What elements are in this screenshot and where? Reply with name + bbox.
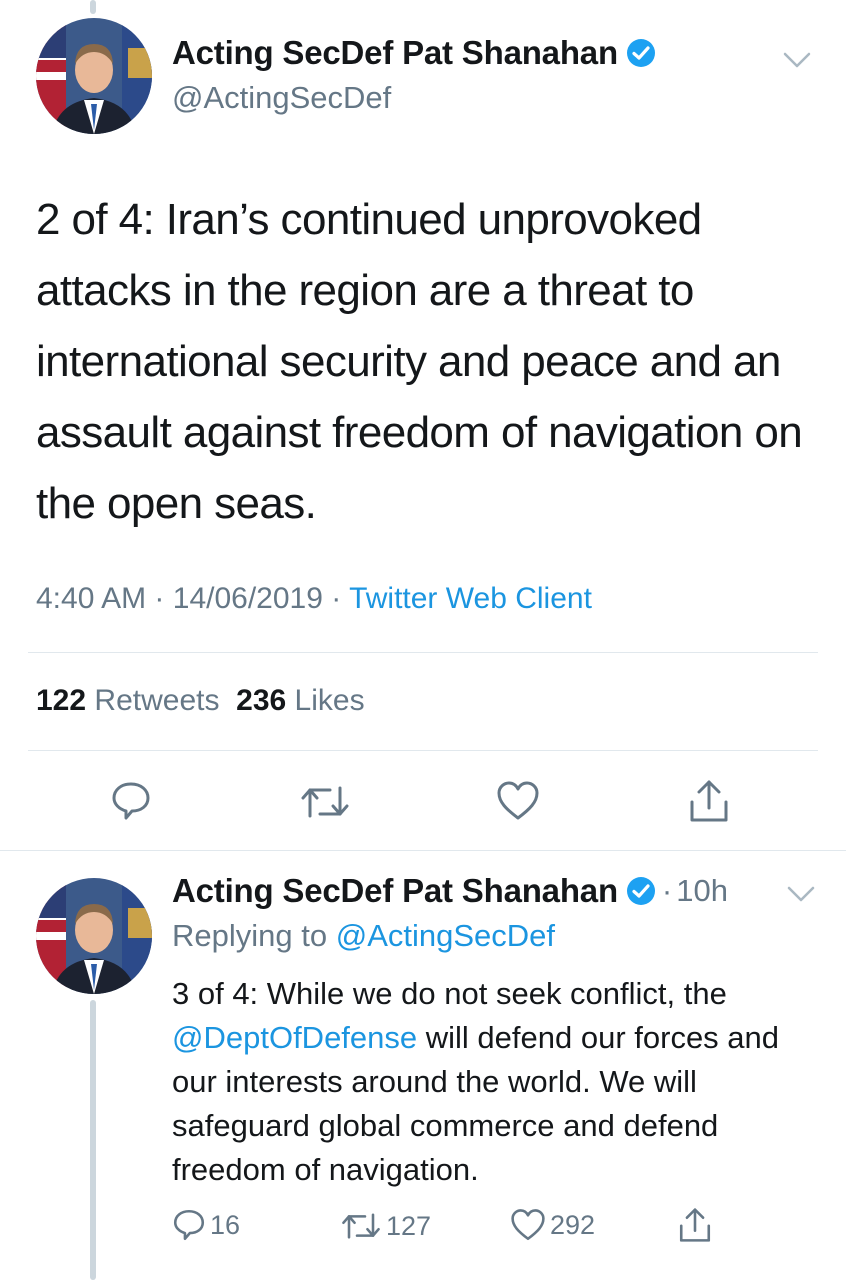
heart-icon bbox=[511, 1209, 545, 1241]
tweet-source-link[interactable]: Twitter Web Client bbox=[349, 582, 592, 615]
share-button[interactable] bbox=[678, 1206, 712, 1244]
like-button[interactable] bbox=[496, 780, 540, 822]
heart-icon bbox=[497, 781, 539, 820]
reply-button[interactable]: 16 bbox=[172, 1208, 240, 1242]
tweet-meta: 4:40 AM · 14/06/2019 · Twitter Web Clien… bbox=[36, 582, 592, 616]
author-name-row[interactable]: Acting SecDef Pat Shanahan bbox=[172, 34, 656, 72]
retweet-icon bbox=[301, 786, 349, 818]
author-avatar[interactable] bbox=[36, 18, 152, 134]
retweet-count: 122 bbox=[36, 684, 87, 717]
chevron-down-icon[interactable] bbox=[782, 50, 812, 70]
chevron-down-icon[interactable] bbox=[786, 884, 816, 904]
meta-separator: · bbox=[154, 582, 165, 615]
likes-stat[interactable]: 236 Likes bbox=[236, 684, 364, 717]
tweet-text: 2 of 4: Iran’s continued unprovoked atta… bbox=[36, 195, 803, 528]
share-icon bbox=[690, 780, 728, 822]
like-label: Likes bbox=[294, 684, 365, 717]
divider bbox=[28, 750, 818, 751]
retweet-count: 127 bbox=[386, 1210, 432, 1241]
reply-text-before: 3 of 4: While we do not seek conflict, t… bbox=[172, 976, 727, 1011]
thread-line-bottom bbox=[90, 1000, 96, 1280]
tweet-stats: 122 Retweets 236 Likes bbox=[36, 684, 365, 718]
replying-to-label: Replying to bbox=[172, 918, 328, 953]
verified-badge-icon bbox=[626, 38, 656, 68]
reply-icon bbox=[112, 782, 150, 820]
reply-dot: · bbox=[661, 873, 673, 908]
divider bbox=[28, 652, 818, 653]
reply-author-avatar[interactable] bbox=[36, 878, 152, 994]
tweet-time: 4:40 AM bbox=[36, 582, 147, 615]
retweet-label: Retweets bbox=[94, 684, 220, 717]
retweet-icon bbox=[342, 1213, 380, 1239]
reply-timestamp[interactable]: 10h bbox=[676, 873, 728, 909]
reply-author-name[interactable]: Acting SecDef Pat Shanahan bbox=[172, 872, 618, 910]
replying-to-handle[interactable]: @ActingSecDef bbox=[336, 918, 555, 953]
retweets-stat[interactable]: 122 Retweets bbox=[36, 684, 219, 717]
share-button[interactable] bbox=[688, 778, 730, 824]
divider bbox=[0, 850, 846, 851]
replying-to: Replying to @ActingSecDef bbox=[172, 918, 555, 954]
reply-text: 3 of 4: While we do not seek conflict, t… bbox=[172, 972, 822, 1192]
reply-author-name-row[interactable]: Acting SecDef Pat Shanahan · 10h bbox=[172, 872, 728, 910]
mention-link[interactable]: @DeptOfDefense bbox=[172, 1020, 417, 1055]
author-name[interactable]: Acting SecDef Pat Shanahan bbox=[172, 34, 618, 72]
reply-count: 16 bbox=[210, 1209, 241, 1240]
verified-badge-icon bbox=[626, 876, 656, 906]
retweet-button[interactable] bbox=[300, 782, 350, 822]
author-handle[interactable]: @ActingSecDef bbox=[172, 80, 391, 116]
like-count: 236 bbox=[236, 684, 287, 717]
thread-line-top bbox=[90, 0, 96, 14]
reply-button[interactable] bbox=[110, 780, 152, 822]
like-count: 292 bbox=[550, 1209, 596, 1240]
reply-icon bbox=[173, 1209, 205, 1241]
like-button[interactable]: 292 bbox=[510, 1208, 595, 1242]
retweet-button[interactable]: 127 bbox=[340, 1210, 431, 1242]
share-icon bbox=[679, 1208, 711, 1242]
tweet-date: 14/06/2019 bbox=[172, 582, 323, 615]
meta-separator: · bbox=[331, 582, 342, 615]
